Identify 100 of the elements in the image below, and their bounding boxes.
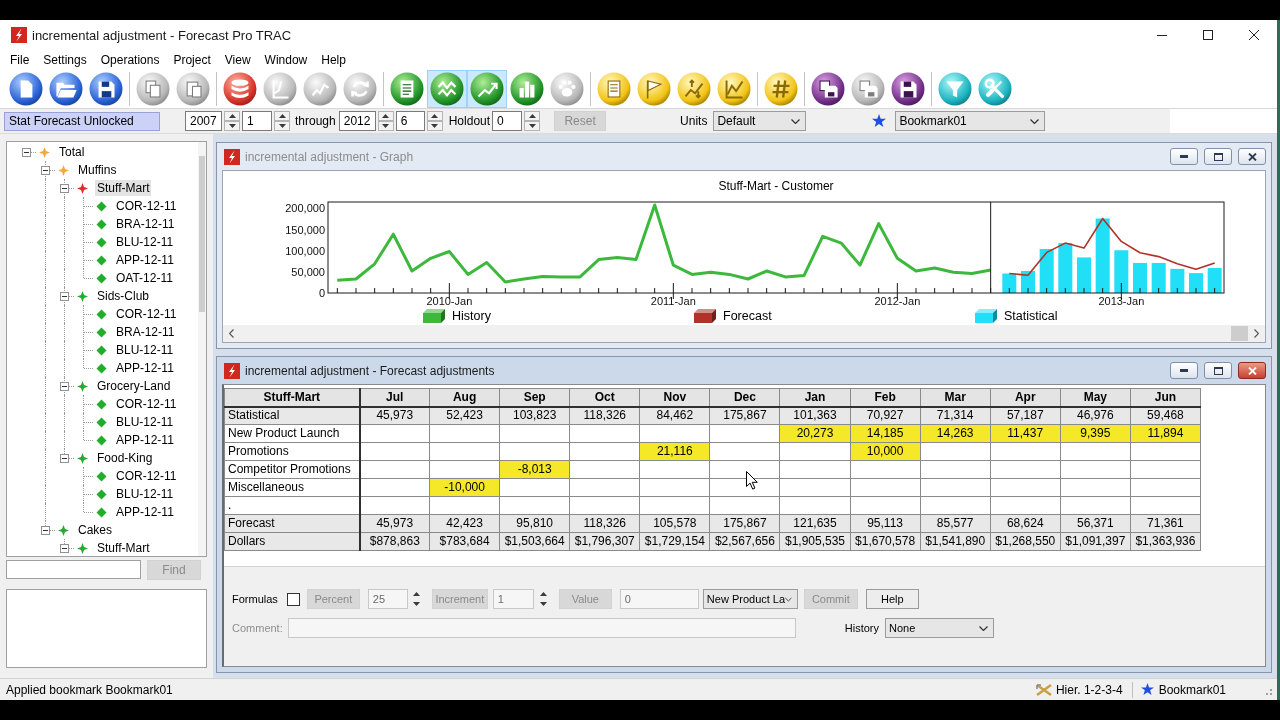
spin-down-button[interactable]	[377, 121, 394, 131]
comment-field[interactable]	[287, 618, 796, 638]
tree-item[interactable]: Food-King	[95, 450, 155, 466]
minimize-button[interactable]	[1170, 362, 1198, 379]
tree-item[interactable]: OAT-12-11	[114, 270, 175, 286]
menu-item[interactable]: File	[3, 51, 37, 69]
field-label: Units	[680, 114, 708, 128]
bookmark-dropdown[interactable]: Bookmark01	[895, 111, 1046, 131]
app-logo-icon	[11, 27, 27, 43]
tree-item[interactable]: Stuff-Mart	[95, 540, 152, 556]
input-field[interactable]: 0	[492, 111, 523, 131]
help-button[interactable]: Help	[865, 589, 919, 609]
collapse-icon[interactable]	[60, 381, 69, 391]
tree-item[interactable]: BLU-12-11	[114, 234, 176, 250]
scrollbar-thumb[interactable]	[199, 156, 205, 312]
menu-item[interactable]: Window	[257, 51, 315, 69]
spin-up-button[interactable]	[524, 111, 541, 121]
history-dropdown[interactable]: None	[885, 618, 994, 638]
collapse-icon[interactable]	[60, 543, 69, 553]
caret-down-icon	[413, 602, 421, 606]
tree-item[interactable]: COR-12-11	[114, 306, 179, 322]
caret-up-icon	[382, 114, 390, 118]
tree-item[interactable]: Total	[57, 144, 87, 160]
tree-item[interactable]: APP-12-11	[114, 252, 176, 268]
caret-down-icon	[382, 124, 390, 128]
tree-item[interactable]: COR-12-11	[114, 396, 179, 412]
chevron-down-icon	[791, 118, 801, 124]
star-icon	[1140, 683, 1154, 696]
caret-up-icon	[431, 114, 439, 118]
tree-item[interactable]: BRA-12-11	[114, 216, 177, 232]
spin-up-button[interactable]	[274, 111, 290, 121]
axis-tick-label: 200,000	[285, 202, 325, 215]
scroll-right-icon[interactable]	[1254, 329, 1259, 338]
spin-up-button[interactable]	[224, 111, 240, 121]
restore-button[interactable]	[1204, 362, 1232, 379]
collapse-icon[interactable]	[22, 147, 31, 157]
caret-up-icon	[228, 114, 236, 118]
field-label: through	[295, 114, 336, 128]
collapse-icon[interactable]	[41, 165, 50, 175]
caret-up-icon	[540, 592, 548, 596]
row-dropdown[interactable]: New Product La	[702, 589, 798, 609]
restore-icon	[1213, 152, 1223, 161]
spin-up-button[interactable]	[537, 589, 550, 599]
legend-label: Forecast	[723, 309, 772, 323]
tree-item[interactable]: Cakes	[76, 522, 114, 538]
column-header: Feb	[850, 388, 921, 407]
tree-item[interactable]: COR-12-11	[114, 198, 179, 214]
tree-item[interactable]: Stuff-Mart	[95, 180, 152, 196]
chart-title: Stuff-Mart - Customer	[718, 178, 834, 194]
spin-down-button[interactable]	[537, 599, 550, 609]
collapse-icon[interactable]	[60, 183, 69, 193]
minimize-button[interactable]	[1170, 148, 1198, 165]
tree-item[interactable]: Sids-Club	[95, 288, 152, 304]
spin-up-button[interactable]	[410, 589, 423, 599]
tree-item[interactable]: APP-12-11	[114, 432, 176, 448]
collapse-icon[interactable]	[60, 453, 69, 463]
search-field[interactable]	[6, 560, 141, 579]
restore-button[interactable]	[1204, 148, 1232, 165]
minimize-icon	[1180, 155, 1188, 158]
tree-item[interactable]: BLU-12-11	[114, 486, 176, 502]
tree-item[interactable]: COR-12-11	[114, 468, 179, 484]
input-field[interactable]: 6	[395, 111, 425, 131]
tree-item[interactable]: APP-12-11	[114, 360, 176, 376]
spin-down-button[interactable]	[426, 121, 443, 131]
input-field[interactable]: 2007	[185, 111, 222, 131]
tree-item[interactable]: APP-12-11	[114, 504, 176, 520]
scrollbar-thumb[interactable]	[1231, 326, 1248, 341]
collapse-icon[interactable]	[60, 291, 69, 301]
spin-up-button[interactable]	[377, 111, 394, 121]
axis-tick-label: 50,000	[291, 265, 325, 278]
menu-item[interactable]: Settings	[36, 51, 94, 69]
input-field[interactable]: 1	[242, 111, 272, 131]
spin-down-button[interactable]	[224, 121, 240, 131]
spin-down-button[interactable]	[274, 121, 290, 131]
units-dropdown[interactable]: Default	[713, 111, 807, 131]
close-button[interactable]	[1238, 148, 1266, 165]
spin-up-button[interactable]	[426, 111, 443, 121]
menu-item[interactable]: Operations	[93, 51, 167, 69]
mouse-cursor-icon	[746, 471, 758, 490]
tree-item[interactable]: Grocery-Land	[95, 378, 173, 394]
column-header: Nov	[639, 388, 710, 407]
close-button[interactable]	[1238, 362, 1266, 379]
close-icon	[1249, 30, 1259, 40]
tree-item[interactable]: Muffins	[76, 162, 119, 178]
collapse-icon[interactable]	[41, 525, 50, 535]
input-field[interactable]: 2012	[338, 111, 376, 131]
spin-down-button[interactable]	[410, 599, 423, 609]
lock-status: Stat Forecast Unlocked	[4, 111, 160, 131]
spin-down-button[interactable]	[524, 121, 541, 131]
axis-tick-label: 150,000	[285, 223, 325, 236]
menu-item[interactable]: Help	[314, 51, 353, 69]
menu-item[interactable]: View	[217, 51, 258, 69]
menu-item[interactable]: Project	[166, 51, 218, 69]
tree-item[interactable]: BLU-12-11	[114, 414, 176, 430]
formulas-checkbox[interactable]	[286, 592, 300, 606]
tree-item[interactable]: BRA-12-11	[114, 324, 177, 340]
column-header: Mar	[920, 388, 991, 407]
caret-down-icon	[278, 124, 286, 128]
tree-item[interactable]: BLU-12-11	[114, 342, 176, 358]
scroll-left-icon[interactable]	[229, 329, 234, 338]
